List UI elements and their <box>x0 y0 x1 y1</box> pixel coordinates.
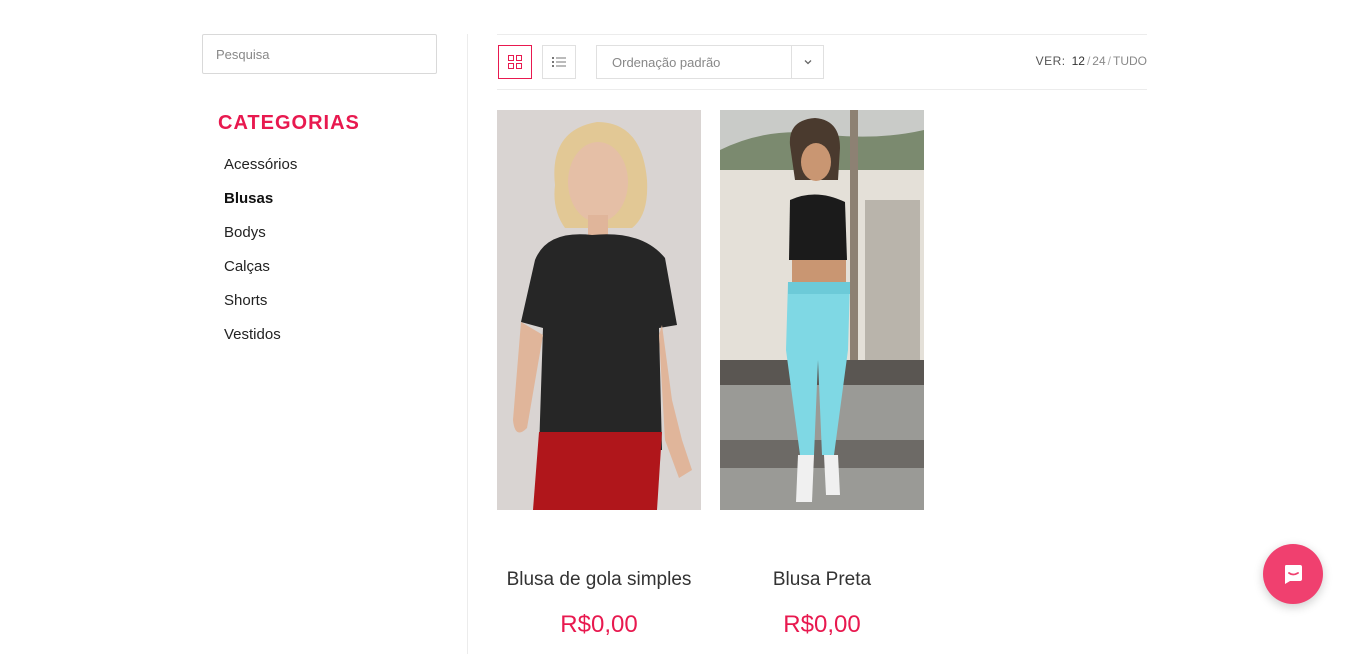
grid-view-icon <box>508 55 522 69</box>
toolbar-bottom-border <box>497 89 1147 90</box>
product-card[interactable]: Blusa de gola simples R$0,00 <box>497 110 701 638</box>
product-image[interactable] <box>720 110 924 510</box>
chat-icon <box>1285 565 1302 584</box>
category-item-vestidos[interactable]: Vestidos <box>224 326 297 360</box>
chat-button[interactable] <box>1263 544 1323 604</box>
categories-title: CATEGORIAS <box>218 112 360 134</box>
category-item-acessorios[interactable]: Acessórios <box>224 156 297 190</box>
product-card[interactable]: Blusa Preta R$0,00 <box>720 110 924 638</box>
category-item-calcas[interactable]: Calças <box>224 258 297 292</box>
product-name[interactable]: Blusa Preta <box>700 569 944 591</box>
per-page-selector: VER: 12/24/TUDO <box>1035 54 1147 68</box>
toolbar-top-border <box>497 34 1147 35</box>
sort-selected-value: Ordenação padrão <box>612 55 721 70</box>
per-page-label: VER: <box>1035 54 1066 68</box>
product-image[interactable] <box>497 110 701 510</box>
per-page-option-12[interactable]: 12 <box>1072 54 1085 68</box>
product-name[interactable]: Blusa de gola simples <box>477 569 721 591</box>
search-input[interactable] <box>202 34 437 74</box>
category-item-bodys[interactable]: Bodys <box>224 224 297 258</box>
chevron-down-icon <box>804 60 812 65</box>
product-price: R$0,00 <box>560 611 638 638</box>
per-page-option-all[interactable]: TUDO <box>1113 54 1147 68</box>
list-view-button[interactable] <box>542 45 576 79</box>
sort-divider <box>791 46 792 78</box>
sidebar-divider <box>467 34 468 654</box>
category-item-blusas[interactable]: Blusas <box>224 190 297 224</box>
category-item-shorts[interactable]: Shorts <box>224 292 297 326</box>
grid-view-button[interactable] <box>498 45 532 79</box>
list-view-icon <box>552 57 566 67</box>
product-price: R$0,00 <box>783 611 861 638</box>
per-page-option-24[interactable]: 24 <box>1092 54 1105 68</box>
category-list: Acessórios Blusas Bodys Calças Shorts Ve… <box>224 156 297 360</box>
sort-select[interactable]: Ordenação padrão <box>596 45 824 79</box>
